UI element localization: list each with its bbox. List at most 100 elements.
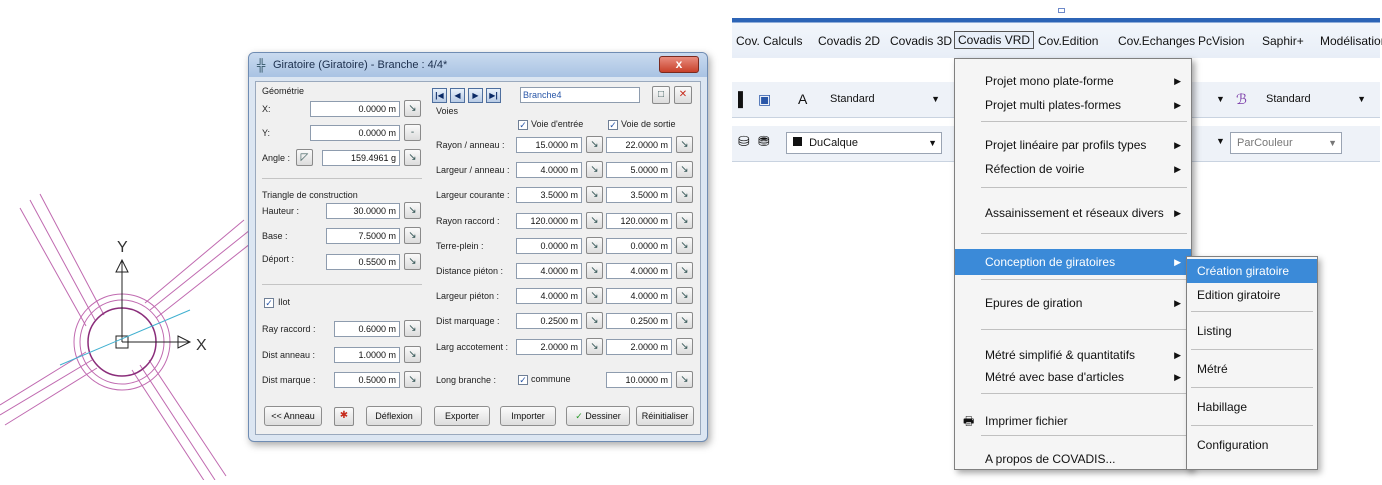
delete-branch-icon[interactable]: ✕ <box>674 86 692 104</box>
deport-field[interactable]: 0.5500 m <box>326 254 400 270</box>
menu-item[interactable]: Cov.Echanges <box>1118 34 1195 48</box>
voie-sortie-field[interactable]: 0.2500 m <box>606 313 672 329</box>
dropdown-item[interactable]: Conception de giratoires ▶ <box>955 249 1191 275</box>
y-field[interactable]: 0.0000 m <box>310 125 400 141</box>
hauteur-field[interactable]: 30.0000 m <box>326 203 400 219</box>
voie-entree-field[interactable]: 4.0000 m <box>516 263 582 279</box>
angle-field[interactable]: 159.4961 g <box>322 150 400 166</box>
branch-name-field[interactable]: Branche4 <box>520 87 640 103</box>
dist-anneau-field[interactable]: 1.0000 m <box>334 347 400 363</box>
dropdown-item[interactable]: Assainissement et réseaux divers ▶ <box>955 201 1191 225</box>
voie-sortie-checkbox[interactable]: ✓ <box>608 120 618 130</box>
submenu-item[interactable]: Création giratoire <box>1187 259 1317 283</box>
ilot-checkbox[interactable]: ✓ <box>264 298 274 308</box>
pick-sortie-icon[interactable]: ↘ <box>676 161 693 178</box>
pick-angle-icon[interactable]: ↘ <box>404 149 421 166</box>
dropdown-item[interactable]: Métré avec base d'articles ▶ <box>955 365 1191 389</box>
base-field[interactable]: 7.5000 m <box>326 228 400 244</box>
voie-sortie-field[interactable]: 4.0000 m <box>606 288 672 304</box>
long-branche-field[interactable]: 10.0000 m <box>606 372 672 388</box>
pick-long-branche-icon[interactable]: ↘ <box>676 371 693 388</box>
menu-item[interactable]: Saphir+ <box>1262 34 1304 48</box>
exporter-button[interactable]: Exporter <box>434 406 490 426</box>
dropdown-item[interactable]: 🖶 Imprimer fichier <box>955 409 1191 433</box>
submenu-item[interactable]: Métré <box>1187 357 1317 381</box>
pick-entree-icon[interactable]: ↘ <box>586 212 603 229</box>
layer-combo[interactable]: DuCalque ▼ <box>786 132 942 154</box>
reinitialiser-button[interactable]: Réinitialiser <box>636 406 694 426</box>
dialog-title-bar[interactable]: ╬ Giratoire (Giratoire) - Branche : 4/4*… <box>249 53 707 77</box>
menu-item[interactable]: Cov.Edition <box>1038 34 1098 48</box>
chevron-down-icon[interactable]: ▼ <box>1216 132 1225 150</box>
menu-item[interactable]: Cov. Calculs <box>736 34 802 48</box>
dropdown-item[interactable]: Projet linéaire par profils types ▶ <box>955 133 1191 157</box>
ray-raccord-field[interactable]: 0.6000 m <box>334 321 400 337</box>
layer-manager-icon[interactable]: ⛃ <box>758 132 770 150</box>
dropdown-item[interactable]: A propos de COVADIS... <box>955 447 1191 471</box>
pick-deport-icon[interactable]: ↘ <box>404 253 421 270</box>
pick-entree-icon[interactable]: ↘ <box>586 338 603 355</box>
commune-checkbox[interactable]: ✓ <box>518 375 528 385</box>
next-branch-icon[interactable]: ▶ <box>468 88 483 103</box>
voie-sortie-field[interactable]: 4.0000 m <box>606 263 672 279</box>
color-combo[interactable]: ParCouleur ▼ <box>1230 132 1342 154</box>
layer-state-icon[interactable]: ⛁ <box>738 132 750 150</box>
deflexion-button[interactable]: Déflexion <box>366 406 422 426</box>
y-minus-button[interactable]: - <box>404 124 421 141</box>
settings-icon[interactable]: ✱ <box>334 407 354 426</box>
pick-dist-anneau-icon[interactable]: ↘ <box>404 346 421 363</box>
submenu-item[interactable]: Configuration <box>1187 433 1317 457</box>
pick-sortie-icon[interactable]: ↘ <box>676 287 693 304</box>
pick-hauteur-icon[interactable]: ↘ <box>404 202 421 219</box>
voie-entree-field[interactable]: 0.0000 m <box>516 238 582 254</box>
pick-sortie-icon[interactable]: ↘ <box>676 312 693 329</box>
dropdown-item[interactable]: Projet mono plate-forme ▶ <box>955 69 1191 93</box>
voie-entree-field[interactable]: 2.0000 m <box>516 339 582 355</box>
pick-sortie-icon[interactable]: ↘ <box>676 136 693 153</box>
menu-item[interactable]: Covadis 2D <box>818 34 880 48</box>
help-icon[interactable]: ▣ <box>758 90 771 108</box>
text-style-combo[interactable]: Standard ▼ <box>824 89 944 111</box>
last-branch-icon[interactable]: ▶| <box>486 88 501 103</box>
voie-entree-field[interactable]: 120.0000 m <box>516 213 582 229</box>
menu-item[interactable]: Covadis 3D <box>890 34 952 48</box>
dim-style-combo[interactable]: Standard ▼ <box>1260 89 1370 111</box>
submenu-item[interactable]: Listing <box>1187 319 1317 343</box>
pick-sortie-icon[interactable]: ↘ <box>676 338 693 355</box>
close-button[interactable]: x <box>659 56 699 73</box>
pick-base-icon[interactable]: ↘ <box>404 227 421 244</box>
first-branch-icon[interactable]: |◀ <box>432 88 447 103</box>
voie-entree-field[interactable]: 0.2500 m <box>516 313 582 329</box>
anneau-button[interactable]: << Anneau <box>264 406 322 426</box>
voie-entree-field[interactable]: 15.0000 m <box>516 137 582 153</box>
dropdown-item[interactable]: Epures de giration ▶ <box>955 291 1191 315</box>
pick-dist-marque-icon[interactable]: ↘ <box>404 371 421 388</box>
voie-sortie-field[interactable]: 2.0000 m <box>606 339 672 355</box>
dropdown-item[interactable]: Réfection de voirie ▶ <box>955 157 1191 181</box>
prev-branch-icon[interactable]: ◀ <box>450 88 465 103</box>
chevron-down-icon[interactable]: ▼ <box>1216 90 1225 108</box>
voie-sortie-field[interactable]: 120.0000 m <box>606 213 672 229</box>
menu-item[interactable]: PcVision <box>1198 34 1244 48</box>
voie-entree-field[interactable]: 3.5000 m <box>516 187 582 203</box>
pick-sortie-icon[interactable]: ↘ <box>676 186 693 203</box>
voie-entree-field[interactable]: 4.0000 m <box>516 162 582 178</box>
dropdown-item[interactable]: Métré simplifié & quantitatifs ▶ <box>955 343 1191 367</box>
dessiner-button[interactable]: ✓ Dessiner <box>566 406 630 426</box>
pick-entree-icon[interactable]: ↘ <box>586 262 603 279</box>
menu-item[interactable]: Modélisation <box>1320 34 1382 48</box>
pick-entree-icon[interactable]: ↘ <box>586 237 603 254</box>
importer-button[interactable]: Importer <box>500 406 556 426</box>
text-style-icon[interactable]: A <box>798 90 807 108</box>
x-field[interactable]: 0.0000 m <box>310 101 400 117</box>
pick-ray-icon[interactable]: ↘ <box>404 320 421 337</box>
pick-entree-icon[interactable]: ↘ <box>586 312 603 329</box>
voie-sortie-field[interactable]: 3.5000 m <box>606 187 672 203</box>
menu-item[interactable]: Covadis VRD <box>954 31 1035 49</box>
voie-sortie-field[interactable]: 22.0000 m <box>606 137 672 153</box>
dropdown-item[interactable]: Projet multi plates-formes ▶ <box>955 93 1191 117</box>
pick-sortie-icon[interactable]: ↘ <box>676 212 693 229</box>
pick-entree-icon[interactable]: ↘ <box>586 161 603 178</box>
voie-sortie-field[interactable]: 5.0000 m <box>606 162 672 178</box>
pick-entree-icon[interactable]: ↘ <box>586 186 603 203</box>
